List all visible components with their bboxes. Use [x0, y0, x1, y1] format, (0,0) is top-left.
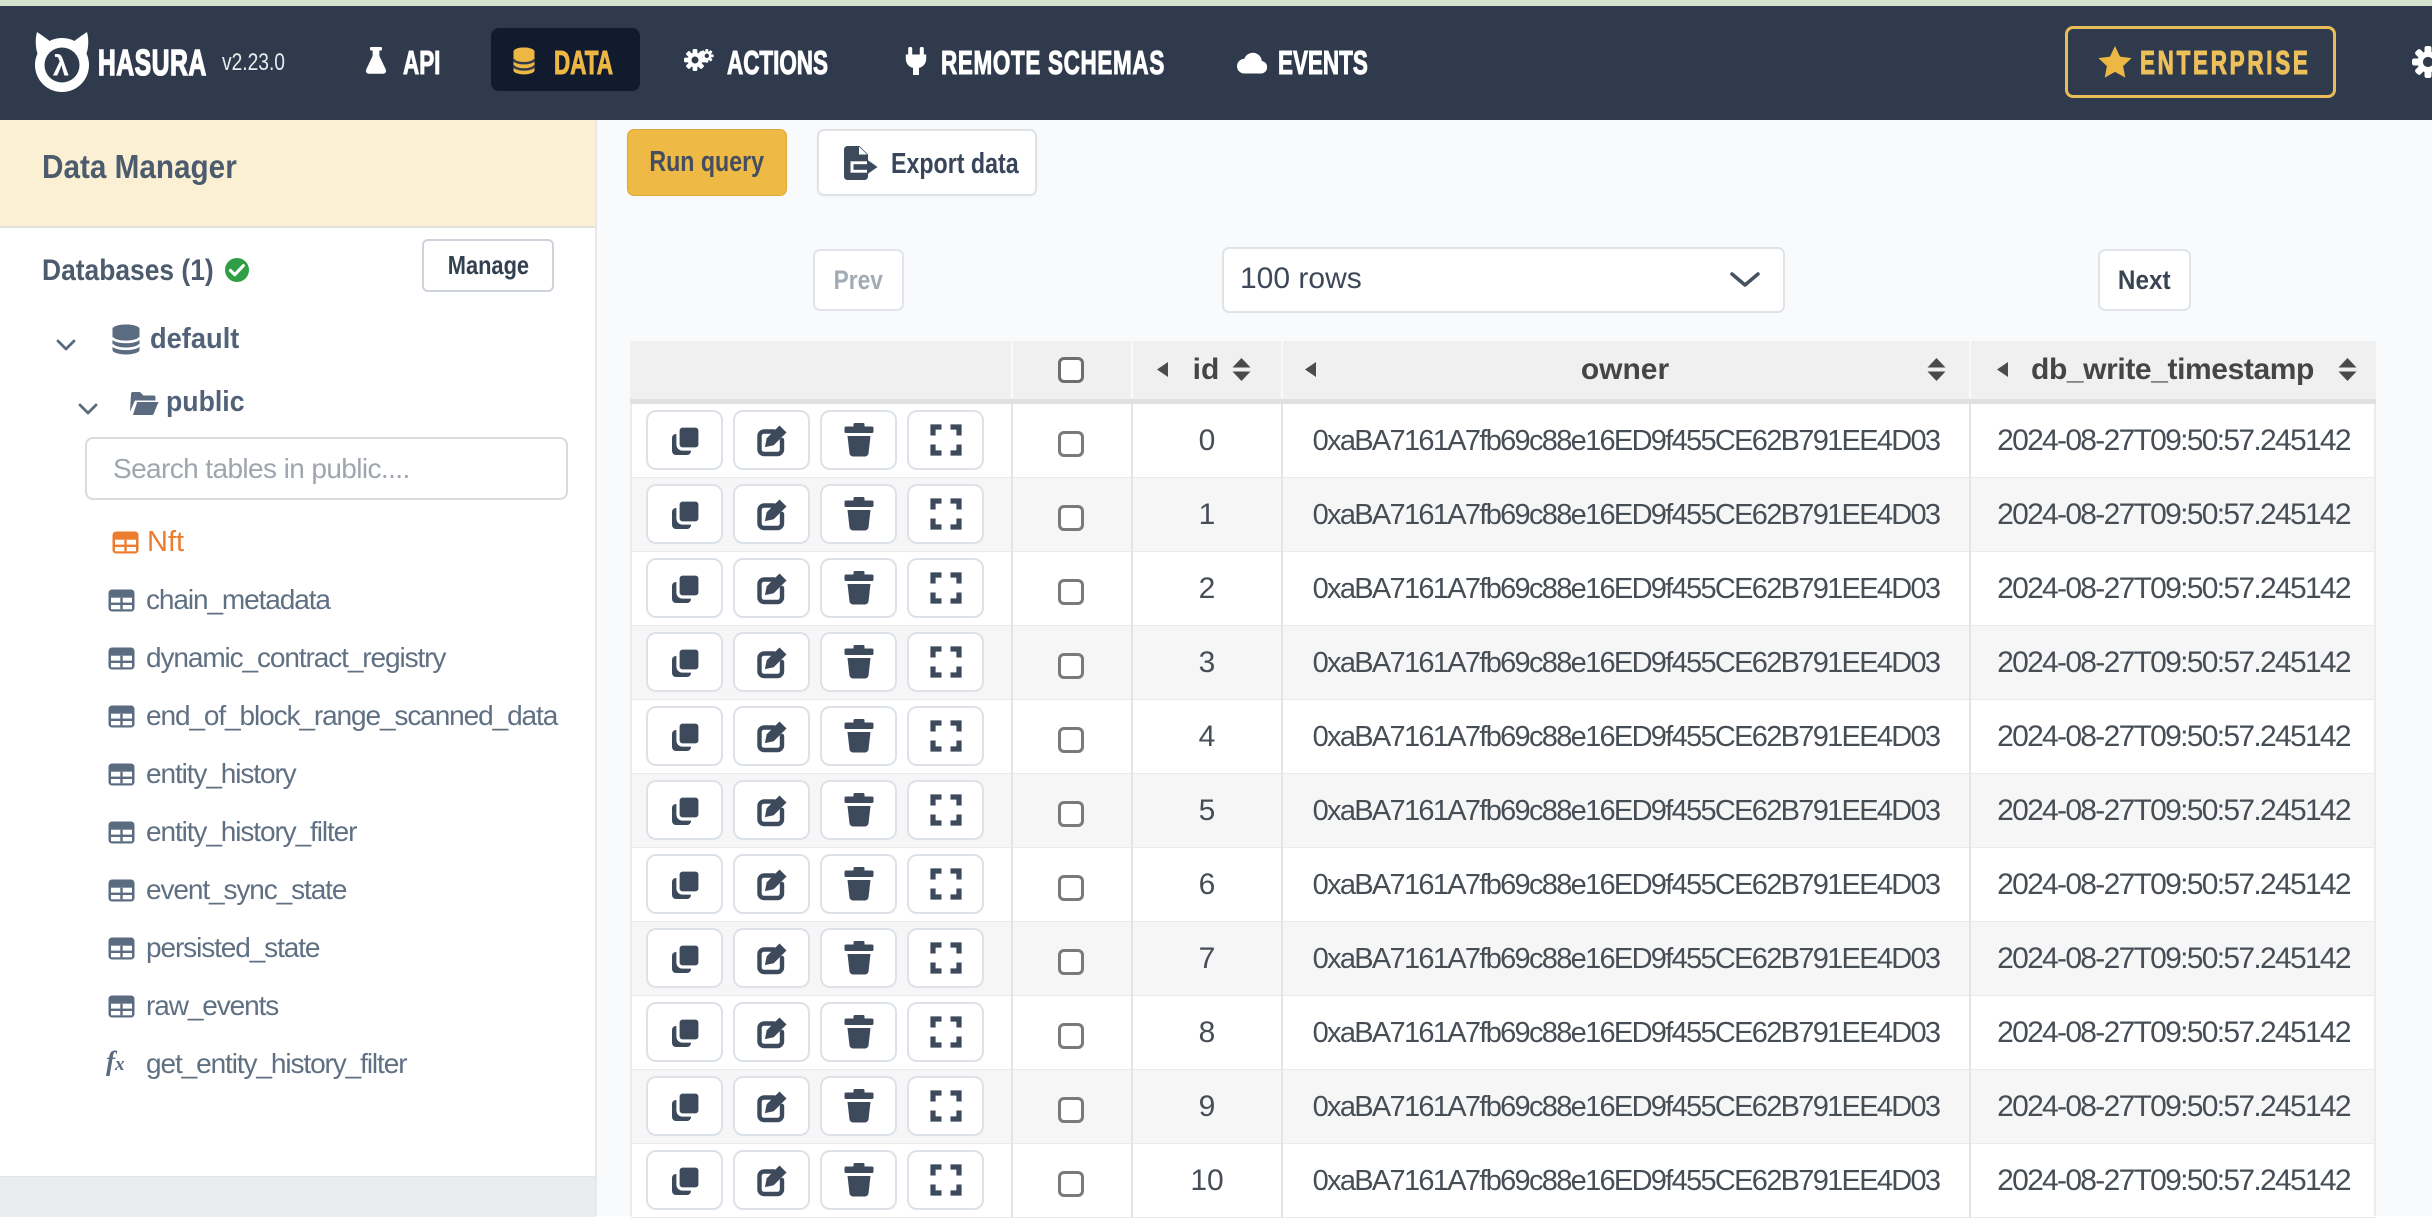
svg-text:λ: λ [53, 51, 69, 83]
